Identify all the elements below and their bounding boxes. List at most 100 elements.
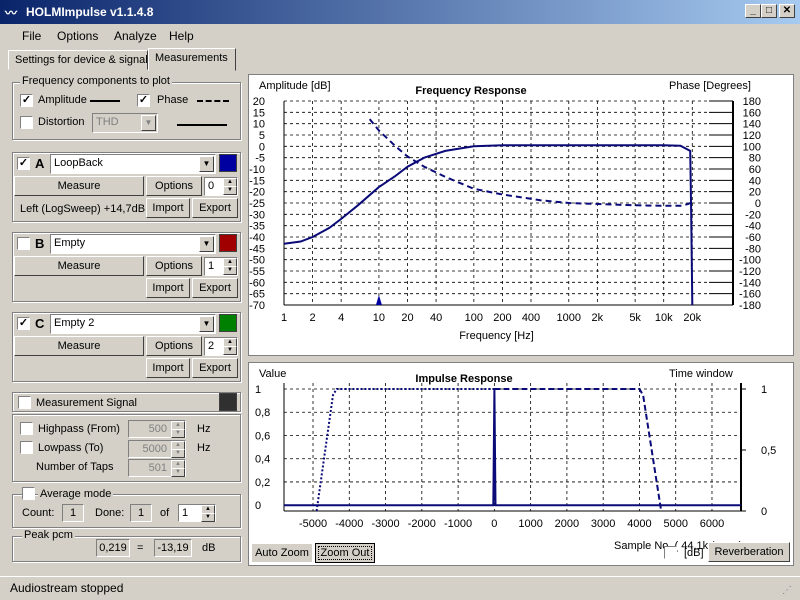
lowpass-label: Lowpass (To) xyxy=(38,442,104,454)
spin-down-icon[interactable]: ▼ xyxy=(223,186,237,195)
channel-name: Empty xyxy=(54,237,86,249)
tab-settings[interactable]: Settings for device & signal xyxy=(8,50,148,70)
channel-spin-input[interactable]: 0 ▲ ▼ xyxy=(204,177,238,196)
distortion-checkbox[interactable] xyxy=(20,116,33,129)
measure-button[interactable]: Measure xyxy=(14,256,144,276)
x-tick-label: 1000 xyxy=(518,518,542,530)
export-button[interactable]: Export xyxy=(192,198,238,218)
channel-checkbox[interactable]: ✓ xyxy=(17,157,30,170)
export-button[interactable]: Export xyxy=(192,358,238,378)
measurement-signal-checkbox[interactable] xyxy=(18,396,31,409)
x-tick-label: 5000 xyxy=(663,518,687,530)
y2-tick-label: 0 xyxy=(761,506,767,518)
import-button[interactable]: Import xyxy=(146,198,190,218)
reverberation-button[interactable]: Reverberation xyxy=(708,542,790,562)
spin-down-icon[interactable]: ▼ xyxy=(171,449,185,458)
resize-grip-icon[interactable]: ⋰ xyxy=(782,585,792,596)
amplitude-label: Amplitude xyxy=(38,94,87,106)
minimize-icon[interactable]: _ xyxy=(745,4,761,18)
y2-tick-label: 60 xyxy=(749,164,761,176)
spin-down-icon[interactable]: ▼ xyxy=(223,266,237,275)
lowpass-checkbox[interactable] xyxy=(20,441,33,454)
auto-zoom-button[interactable]: Auto Zoom xyxy=(252,544,312,562)
frequency-response-panel[interactable]: Amplitude [dB] Phase [Degrees] Frequency R… xyxy=(248,74,794,356)
menu-file[interactable]: File xyxy=(22,29,41,43)
impulse-response-chart[interactable]: Value Time window Impulse Response 1 0,8 0,6 0… xyxy=(249,363,793,565)
measure-button[interactable]: Measure xyxy=(14,336,144,356)
chevron-down-icon[interactable]: ▼ xyxy=(199,316,214,332)
export-button[interactable]: Export xyxy=(192,278,238,298)
options-button[interactable]: Options xyxy=(146,336,202,356)
import-button[interactable]: Import xyxy=(146,278,190,298)
channel-select[interactable]: LoopBack ▼ xyxy=(50,154,216,174)
x-tick-label: 2000 xyxy=(555,518,579,530)
amplitude-line-legend xyxy=(90,100,120,102)
y-tick-label: 0,4 xyxy=(255,454,270,466)
title-bar: 〰 HOLMImpulse v1.1.4.8 _ □ ✕ xyxy=(0,0,800,24)
spin-down-icon[interactable]: ▼ xyxy=(223,346,237,355)
y-tick-label: -20 xyxy=(249,187,265,199)
options-button[interactable]: Options xyxy=(146,256,202,276)
distortion-select[interactable]: THD ▼ xyxy=(92,113,158,133)
channel-checkbox[interactable]: ✓ xyxy=(17,317,30,330)
frequency-response-chart[interactable]: Amplitude [dB] Phase [Degrees] Frequency R… xyxy=(249,75,793,355)
chevron-down-icon[interactable]: ▼ xyxy=(199,236,214,252)
x-tick-label: 10k xyxy=(655,312,673,324)
y2-tick-label: -160 xyxy=(739,289,761,301)
chevron-down-icon[interactable]: ▼ xyxy=(141,115,156,131)
highpass-checkbox[interactable] xyxy=(20,422,33,435)
channel-spin-input[interactable]: 1 ▲ ▼ xyxy=(204,257,238,276)
y2-tick-label: -80 xyxy=(745,243,761,255)
maximize-icon[interactable]: □ xyxy=(761,4,777,18)
tab-measurements[interactable]: Measurements xyxy=(148,48,236,71)
x-tick-label: 20k xyxy=(683,312,701,324)
impulse-response-panel[interactable]: Value Time window Impulse Response 1 0,8 0,6 0… xyxy=(248,362,794,566)
phase-checkbox[interactable]: ✓ xyxy=(137,94,150,107)
channel-spin-input[interactable]: 2 ▲ ▼ xyxy=(204,337,238,356)
y-tick-label: 0 xyxy=(259,141,265,153)
channel-color-swatch[interactable] xyxy=(219,154,237,172)
measure-button[interactable]: Measure xyxy=(14,176,144,196)
measurement-signal-color[interactable] xyxy=(219,393,237,411)
lowpass-input[interactable]: 5000 ▲ ▼ xyxy=(128,440,186,458)
y-tick-label: -5 xyxy=(255,153,265,165)
status-bar: Audiostream stopped ⋰ xyxy=(0,576,800,600)
average-checkbox[interactable] xyxy=(22,487,35,500)
x-tick-label: 2 xyxy=(310,312,316,324)
zoom-out-button[interactable]: Zoom Out xyxy=(315,543,375,563)
window-rise-series-line xyxy=(315,388,495,512)
amplitude-checkbox[interactable]: ✓ xyxy=(20,94,33,107)
y2-tick-label: 0 xyxy=(755,198,761,210)
tab-strip: Settings for device & signal Measurement… xyxy=(8,48,248,72)
channel-color-swatch[interactable] xyxy=(219,234,237,252)
x-tick-label: -2000 xyxy=(408,518,436,530)
menu-analyze[interactable]: Analyze xyxy=(114,29,157,43)
spin-down-icon[interactable]: ▼ xyxy=(171,468,185,477)
spin-down-icon[interactable]: ▼ xyxy=(171,429,185,438)
spin-down-icon[interactable]: ▼ xyxy=(201,513,215,522)
import-button[interactable]: Import xyxy=(146,358,190,378)
y-tick-label: -70 xyxy=(249,300,265,312)
y2-tick-label: 20 xyxy=(749,187,761,199)
peak-db-value: -13,19 xyxy=(154,539,192,557)
x-tick-label: -1000 xyxy=(444,518,472,530)
menu-help[interactable]: Help xyxy=(169,29,194,43)
channel-select[interactable]: Empty 2 ▼ xyxy=(50,314,216,334)
menu-options[interactable]: Options xyxy=(57,29,98,43)
highpass-input[interactable]: 500 ▲ ▼ xyxy=(128,420,186,438)
close-icon[interactable]: ✕ xyxy=(779,4,795,18)
db-checkbox[interactable] xyxy=(664,546,677,559)
channel-letter: A xyxy=(35,156,45,171)
cursor-marker-icon xyxy=(375,295,382,305)
peak-value: 0,219 xyxy=(96,539,130,557)
x-tick-label: -5000 xyxy=(299,518,327,530)
channel-color-swatch[interactable] xyxy=(219,314,237,332)
y-tick-label: -30 xyxy=(249,209,265,221)
chevron-down-icon[interactable]: ▼ xyxy=(199,156,214,172)
taps-input[interactable]: 501 ▲ ▼ xyxy=(128,459,186,477)
options-button[interactable]: Options xyxy=(146,176,202,196)
channel-checkbox[interactable] xyxy=(17,237,30,250)
average-of-input[interactable]: 1 ▲ ▼ xyxy=(178,504,216,522)
channel-select[interactable]: Empty ▼ xyxy=(50,234,216,254)
distortion-label: Distortion xyxy=(38,116,85,128)
